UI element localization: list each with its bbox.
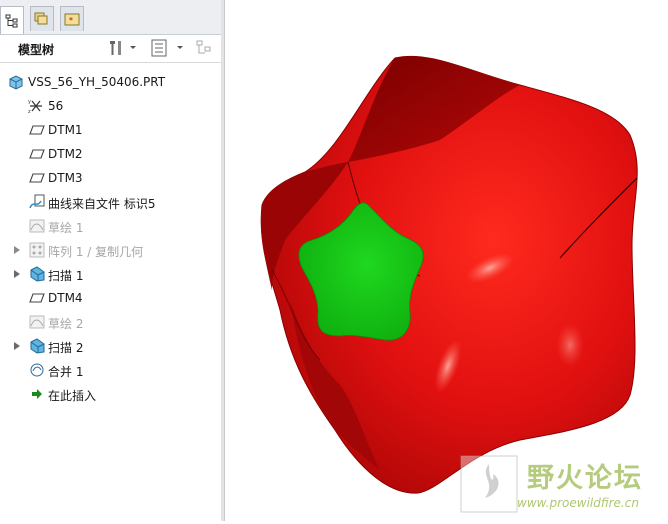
tree-filter-icon: [196, 40, 211, 54]
tree-item-label: DTM3: [48, 171, 83, 185]
svg-text:z: z: [28, 109, 31, 114]
specular-highlight: [556, 323, 584, 367]
tree-item-datum-plane[interactable]: DTM4: [0, 288, 221, 308]
part-icon: [9, 75, 23, 90]
show-button[interactable]: [150, 39, 186, 57]
filter-button[interactable]: [195, 39, 215, 57]
list-icon: [151, 39, 183, 57]
insert-here-arrow-icon: [32, 389, 42, 399]
tree-item-part[interactable]: VSS_56_YH_50406.PRT: [0, 72, 221, 92]
tree-item-label: DTM1: [48, 123, 83, 137]
tree-item-curve-from-file[interactable]: 曲线来自文件 标识5: [0, 192, 221, 212]
csys-icon: y z: [28, 99, 42, 114]
3d-model[interactable]: [225, 0, 668, 521]
tree-item-label: DTM4: [48, 291, 83, 305]
datum-plane-icon: [29, 125, 45, 135]
curve-from-file-icon: [29, 194, 45, 209]
tree-item-merge[interactable]: 合并 1: [0, 360, 221, 380]
flame-logo-icon: [460, 455, 518, 513]
expand-arrow-icon[interactable]: [13, 245, 21, 255]
svg-text:*: *: [69, 16, 73, 25]
tree-item-sketch[interactable]: 草绘 1: [0, 216, 221, 236]
tree-item-datum-plane[interactable]: DTM3: [0, 168, 221, 188]
watermark-url: www.proewildfire.cn: [517, 496, 639, 510]
tree-item-sweep[interactable]: 扫描 2: [0, 336, 221, 356]
expand-arrow-icon[interactable]: [13, 269, 21, 279]
favorites-folder-icon: *: [64, 13, 80, 26]
tree-item-label: 56: [48, 99, 64, 113]
tree-item-label: 阵列 1 / 复制几何: [48, 245, 144, 259]
model-tree-toolbar: 模型树: [0, 35, 221, 63]
settings-button[interactable]: [108, 39, 136, 57]
folders-icon: [34, 12, 48, 25]
tree-item-datum-plane[interactable]: DTM1: [0, 120, 221, 140]
tree-item-sketch[interactable]: 草绘 2: [0, 312, 221, 332]
pattern-icon: [29, 242, 45, 258]
datum-plane-icon: [29, 293, 45, 303]
navigator-tabbar: *: [0, 0, 221, 35]
datum-plane-icon: [29, 149, 45, 159]
tree-item-sweep[interactable]: 扫描 1: [0, 264, 221, 284]
tree-item-datum-plane[interactable]: DTM2: [0, 144, 221, 164]
tree-item-label: 扫描 2: [48, 341, 84, 355]
graphics-viewport[interactable]: [225, 0, 668, 521]
sketch-icon: [29, 219, 45, 233]
sweep-icon: [30, 266, 45, 282]
model-tree-panel: * 模型树 VSS_56_YH_50406.PRT y z 56 DTM1 DT…: [0, 0, 222, 521]
tree-item-insert-here[interactable]: 在此插入: [0, 384, 221, 404]
favorites-tab[interactable]: *: [60, 6, 84, 31]
tree-item-label: 合并 1: [48, 365, 84, 379]
svg-text:y: y: [28, 99, 31, 105]
tree-item-label: 在此插入: [48, 389, 97, 403]
watermark-title: 野火论坛: [527, 463, 643, 494]
tree-item-label: 草绘 1: [48, 221, 84, 235]
tree-icon: [5, 14, 18, 27]
tree-item-label: 曲线来自文件 标识5: [48, 197, 156, 211]
folder-browser-tab[interactable]: [30, 6, 54, 31]
sketch-icon: [29, 315, 45, 329]
tree-item-pattern[interactable]: 阵列 1 / 复制几何: [0, 240, 221, 260]
model-tree-tab[interactable]: [0, 6, 24, 34]
merge-icon: [30, 363, 44, 377]
forum-watermark: 野火论坛 www.proewildfire.cn: [457, 452, 662, 516]
datum-plane-icon: [29, 173, 45, 183]
expand-arrow-icon[interactable]: [13, 341, 21, 351]
tree-item-label: 草绘 2: [48, 317, 84, 331]
tree-item-label: DTM2: [48, 147, 83, 161]
tree-item-label: 扫描 1: [48, 269, 84, 283]
model-tree-title: 模型树: [18, 43, 55, 57]
tree-item-csys[interactable]: y z 56: [0, 96, 221, 116]
tree-item-label: VSS_56_YH_50406.PRT: [28, 75, 166, 89]
tools-icon: [110, 41, 136, 55]
sweep-icon: [30, 338, 45, 354]
